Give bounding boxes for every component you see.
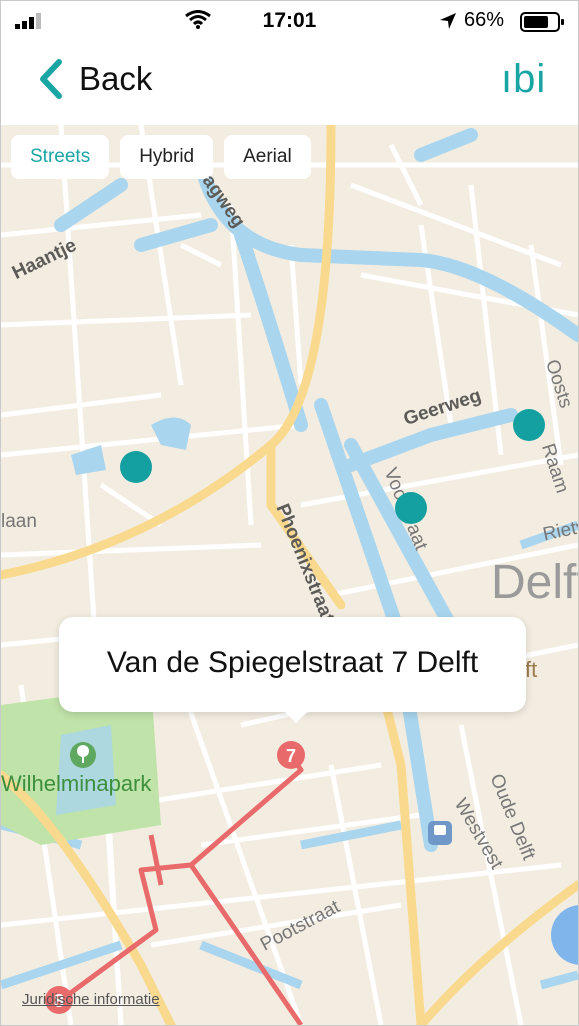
app-screen: 17:01 66% Back ıbi 7 8 Streets Hybrid Ae… (0, 0, 579, 1026)
back-button[interactable]: Back (37, 59, 152, 99)
location-marker[interactable] (120, 451, 152, 483)
park-label-wilhelminapark: Wilhelminapark (1, 771, 152, 796)
street-label-laan: laan (1, 511, 37, 532)
battery-icon (520, 12, 564, 32)
legal-info-link[interactable]: Juridische informatie (22, 991, 160, 1008)
chevron-left-icon (40, 59, 62, 99)
battery-percentage: 66% (464, 9, 505, 31)
city-label-delft: Delft (491, 556, 578, 609)
callout-address: Van de Spiegelstraat 7 Delft (106, 646, 479, 679)
location-arrow-icon (440, 13, 456, 29)
address-callout[interactable]: Van de Spiegelstraat 7 Delft (59, 617, 526, 723)
location-marker[interactable] (513, 409, 545, 441)
map-type-hybrid[interactable]: Hybrid (120, 135, 214, 179)
back-label: Back (79, 60, 153, 97)
status-bar: 17:01 66% (1, 1, 578, 41)
poi-label-fragment: ft (525, 657, 538, 682)
navigation-bar: Back ıbi (1, 41, 578, 125)
map-type-streets[interactable]: Streets (11, 135, 110, 179)
location-marker[interactable] (395, 492, 427, 524)
callout-pointer (284, 711, 308, 723)
map-view[interactable]: 7 8 Streets Hybrid Aerial Haantje agweg … (1, 125, 578, 1025)
route-stop-7[interactable]: 7 (286, 746, 296, 766)
map-type-aerial[interactable]: Aerial (224, 135, 311, 179)
ibi-logo: ıbi (501, 57, 547, 101)
map-type-selector: Streets Hybrid Aerial (11, 135, 322, 179)
